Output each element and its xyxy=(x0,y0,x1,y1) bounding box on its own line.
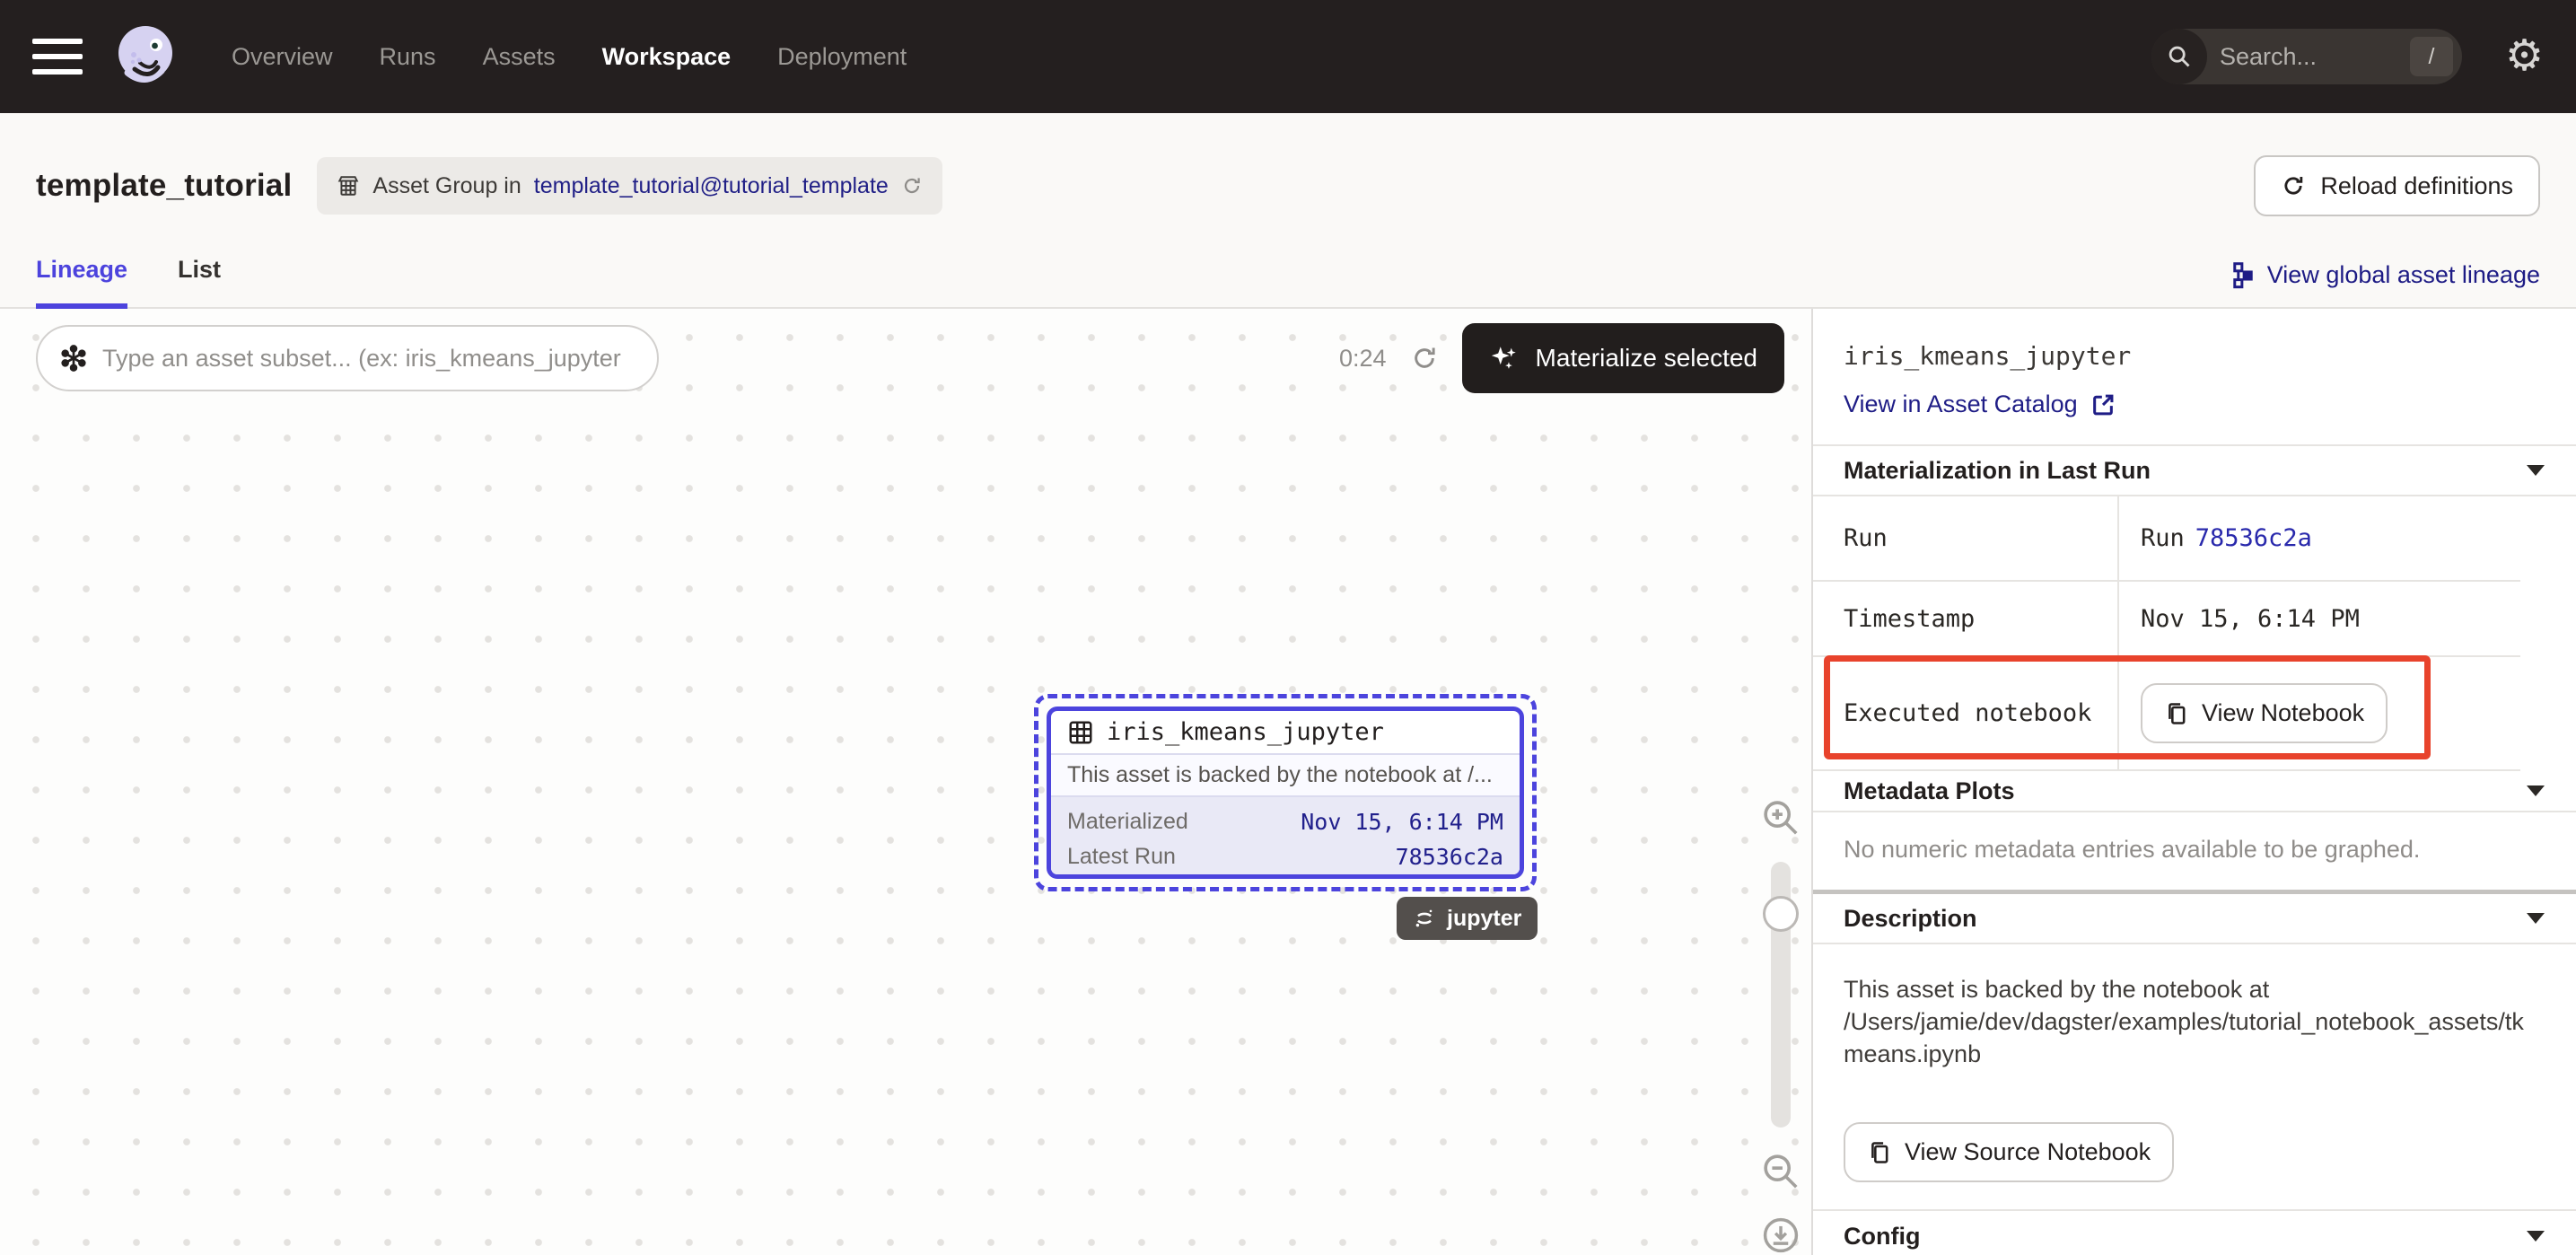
chevron-down-icon[interactable] xyxy=(2526,785,2545,797)
view-global-asset-lineage-label: View global asset lineage xyxy=(2267,261,2540,289)
chip-refresh-icon[interactable] xyxy=(901,175,923,197)
asset-group-chip[interactable]: Asset Group in template_tutorial@tutoria… xyxy=(317,157,942,215)
asset-details-panel: iris_kmeans_jupyter View in Asset Catalo… xyxy=(1811,309,2576,1255)
asset-subset-input[interactable] xyxy=(36,325,659,391)
chevron-down-icon[interactable] xyxy=(2526,912,2545,925)
asset-group-chip-label: Asset Group in xyxy=(372,173,521,199)
zoom-slider-thumb[interactable] xyxy=(1763,896,1799,932)
description-text: This asset is backed by the notebook at … xyxy=(1813,944,2549,1070)
asset-group-icon xyxy=(337,174,360,197)
page-title: template_tutorial xyxy=(36,168,292,204)
external-link-icon xyxy=(2090,392,2116,417)
jupyter-icon xyxy=(1413,907,1436,930)
reload-definitions-button[interactable]: Reload definitions xyxy=(2254,155,2540,216)
row-label: Timestamp xyxy=(1813,582,2119,655)
gear-icon[interactable]: ⚙ xyxy=(2505,35,2544,78)
lineage-graph-icon xyxy=(2231,262,2255,289)
view-in-asset-catalog-label: View in Asset Catalog xyxy=(1844,391,2078,418)
metadata-empty-message: No numeric metadata entries available to… xyxy=(1813,812,2576,890)
stat-label: Materialized xyxy=(1067,809,1188,835)
section-title: Config xyxy=(1844,1223,1920,1251)
refresh-timer: 0:24 xyxy=(1339,345,1387,373)
notebook-icon xyxy=(1867,1140,1892,1165)
canvas-zoom-controls xyxy=(1756,797,1806,1255)
top-nav: Overview Runs Assets Workspace Deploymen… xyxy=(0,0,2576,113)
timestamp-value: Nov 15, 6:14 PM xyxy=(2119,582,2520,655)
stat-label: Latest Run xyxy=(1067,844,1176,870)
view-in-asset-catalog-link[interactable]: View in Asset Catalog xyxy=(1844,391,2545,418)
table-row-run: Run Run 78536c2a xyxy=(1813,496,2520,582)
row-label: Run xyxy=(1813,496,2119,580)
tabs-bar: Lineage List View global asset lineage xyxy=(0,233,2576,309)
row-label: Executed notebook xyxy=(1813,657,2119,769)
node-description: This asset is backed by the notebook at … xyxy=(1051,755,1520,797)
view-source-notebook-label: View Source Notebook xyxy=(1905,1138,2151,1166)
view-notebook-button[interactable]: View Notebook xyxy=(2141,683,2388,743)
section-title: Materialization in Last Run xyxy=(1844,457,2151,485)
materialize-selected-label: Materialize selected xyxy=(1536,344,1757,373)
hamburger-menu-icon[interactable] xyxy=(32,39,83,75)
nav-item-runs[interactable]: Runs xyxy=(380,43,436,71)
nav-menu: Overview Runs Assets Workspace Deploymen… xyxy=(232,43,907,71)
nav-item-deployment[interactable]: Deployment xyxy=(777,43,907,71)
kind-tag-label: jupyter xyxy=(1447,906,1521,932)
view-notebook-label: View Notebook xyxy=(2202,699,2364,727)
view-global-asset-lineage-link[interactable]: View global asset lineage xyxy=(2231,261,2540,307)
dagster-logo[interactable] xyxy=(110,21,181,92)
zoom-slider[interactable] xyxy=(1771,862,1791,1128)
download-view-icon[interactable] xyxy=(1761,1216,1801,1255)
view-source-notebook-button[interactable]: View Source Notebook xyxy=(1844,1122,2174,1182)
search-placeholder: Search... xyxy=(2220,43,2317,71)
tab-list[interactable]: List xyxy=(178,256,221,309)
asset-group-link[interactable]: template_tutorial@tutorial_template xyxy=(534,173,889,199)
search-icon xyxy=(2151,29,2207,84)
panel-asset-title: iris_kmeans_jupyter xyxy=(1844,341,2545,371)
zoom-in-icon[interactable] xyxy=(1760,797,1801,838)
chevron-down-icon[interactable] xyxy=(2526,1230,2545,1242)
run-id-link[interactable]: 78536c2a xyxy=(2195,524,2312,552)
stat-value[interactable]: Nov 15, 6:14 PM xyxy=(1301,809,1503,835)
nav-item-overview[interactable]: Overview xyxy=(232,43,333,71)
op-selector-icon xyxy=(59,344,88,373)
tab-lineage[interactable]: Lineage xyxy=(36,256,127,309)
chevron-down-icon[interactable] xyxy=(2526,464,2545,477)
materialization-table: Run Run 78536c2a Timestamp Nov 15, 6:14 … xyxy=(1813,496,2520,771)
search-input[interactable]: Search... / xyxy=(2151,29,2462,84)
lineage-canvas[interactable]: 0:24 Materialize selected xyxy=(0,309,1811,1255)
table-row-timestamp: Timestamp Nov 15, 6:14 PM xyxy=(1813,582,2520,657)
asset-subset-text-field[interactable] xyxy=(102,345,639,373)
nav-item-workspace[interactable]: Workspace xyxy=(602,43,732,71)
canvas-refresh-icon[interactable] xyxy=(1410,344,1439,373)
section-description[interactable]: Description xyxy=(1813,894,2576,944)
materialize-selected-button[interactable]: Materialize selected xyxy=(1462,323,1784,393)
table-row-executed-notebook: Executed notebook View Notebook xyxy=(1813,657,2520,771)
sparkle-icon xyxy=(1489,343,1520,373)
reload-definitions-label: Reload definitions xyxy=(2320,172,2513,200)
search-shortcut-badge: / xyxy=(2410,37,2453,76)
reload-icon xyxy=(2281,173,2306,198)
nav-item-assets[interactable]: Assets xyxy=(483,43,556,71)
section-metadata-plots[interactable]: Metadata Plots xyxy=(1813,771,2576,812)
stat-value[interactable]: 78536c2a xyxy=(1396,844,1503,870)
page-header: template_tutorial Asset Group in templat… xyxy=(0,113,2576,233)
section-title: Description xyxy=(1844,905,1977,933)
zoom-out-icon[interactable] xyxy=(1760,1151,1801,1192)
run-value-prefix: Run xyxy=(2141,524,2185,552)
node-stat-materialized: Materialized Nov 15, 6:14 PM xyxy=(1067,804,1503,839)
section-materialization-in-last-run[interactable]: Materialization in Last Run xyxy=(1813,446,2576,496)
asset-node-iris-kmeans-jupyter[interactable]: iris_kmeans_jupyter This asset is backed… xyxy=(1034,694,1537,891)
section-title: Metadata Plots xyxy=(1844,777,2015,805)
table-asset-icon xyxy=(1067,719,1094,746)
section-config[interactable]: Config xyxy=(1813,1211,2576,1255)
compute-kind-tag-jupyter[interactable]: jupyter xyxy=(1397,897,1538,940)
node-title: iris_kmeans_jupyter xyxy=(1107,718,1384,746)
node-stat-latest-run: Latest Run 78536c2a xyxy=(1067,839,1503,874)
notebook-icon xyxy=(2164,701,2189,726)
